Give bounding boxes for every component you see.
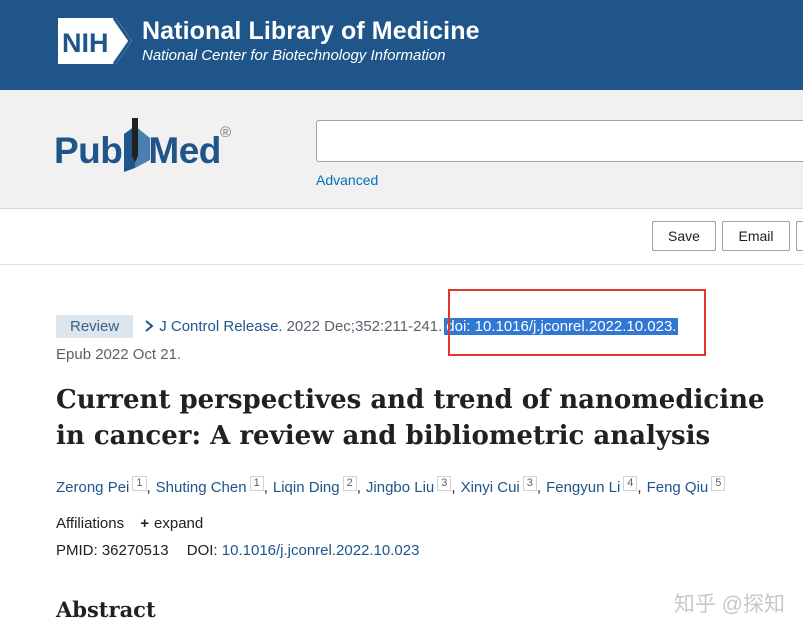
- affiliations-label: Affiliations: [56, 515, 125, 532]
- pmid-label: PMID:: [56, 542, 98, 559]
- pmid-value: 36270513: [101, 542, 169, 559]
- author-item: Xinyi Cui 3,: [460, 476, 542, 496]
- more-actions-button[interactable]: [796, 221, 803, 251]
- author-item: Feng Qiu 5: [647, 476, 726, 496]
- affiliation-ref[interactable]: 5: [711, 476, 726, 491]
- nih-title[interactable]: National Library of Medicine: [142, 17, 480, 46]
- advanced-search-link[interactable]: Advanced: [316, 172, 378, 188]
- author-item: Jingbo Liu 3,: [365, 476, 456, 496]
- abstract-heading: Abstract: [56, 597, 156, 622]
- authors-list: Zerong Pei 1, Shuting Chen 1, Liqin Ding 2, Ji…: [56, 476, 726, 496]
- nih-logo-text: NIH: [62, 28, 109, 58]
- author-link[interactable]: Fengyun Li: [546, 479, 620, 496]
- author-item: Shuting Chen 1,: [155, 476, 268, 496]
- action-toolbar: Save Email: [0, 209, 803, 265]
- chevron-right-icon[interactable]: [143, 319, 155, 333]
- author-link[interactable]: Zerong Pei: [56, 479, 129, 496]
- affiliation-ref[interactable]: 3: [522, 476, 537, 491]
- affiliation-ref[interactable]: 2: [342, 476, 357, 491]
- search-input[interactable]: [316, 120, 803, 162]
- affiliation-ref[interactable]: 1: [249, 476, 264, 491]
- author-link[interactable]: Jingbo Liu: [366, 479, 434, 496]
- article-title: Current perspectives and trend of nanome…: [56, 385, 765, 451]
- affiliations-row: Affiliations + expand: [56, 515, 203, 532]
- pubmed-logo[interactable]: Pub Med ®: [54, 116, 244, 172]
- author-link[interactable]: Shuting Chen: [156, 479, 247, 496]
- pubmed-logo-med: Med: [148, 130, 221, 171]
- affiliation-ref[interactable]: 3: [437, 476, 452, 491]
- registered-mark: ®: [220, 124, 232, 141]
- citation-details: 2022 Dec;352:211-241.: [286, 317, 443, 335]
- doi-label: DOI:: [186, 542, 218, 559]
- author-link[interactable]: Xinyi Cui: [461, 479, 520, 496]
- book-icon: [124, 118, 150, 172]
- author-item: Fengyun Li 4,: [546, 476, 642, 496]
- author-link[interactable]: Liqin Ding: [273, 479, 340, 496]
- identifiers-row: PMID: 36270513 DOI: 10.1016/j.jconrel.20…: [56, 542, 419, 559]
- expand-affiliations-button[interactable]: + expand: [140, 515, 203, 532]
- save-button[interactable]: Save: [652, 221, 716, 251]
- plus-icon: +: [140, 515, 150, 532]
- review-badge: Review: [56, 314, 134, 338]
- affiliation-ref[interactable]: 1: [132, 476, 147, 491]
- watermark: 知乎 @探知: [673, 593, 785, 616]
- affiliation-ref[interactable]: 4: [623, 476, 638, 491]
- annotation-box: [448, 289, 706, 356]
- email-button[interactable]: Email: [722, 221, 790, 251]
- author-link[interactable]: Feng Qiu: [647, 479, 709, 496]
- epub-date: Epub 2022 Oct 21.: [56, 346, 182, 363]
- pubmed-logo-pub: Pub: [54, 130, 123, 171]
- journal-link[interactable]: J Control Release.: [159, 318, 282, 335]
- author-item: Liqin Ding 2,: [272, 476, 361, 496]
- nih-header: NIH National Library of Medicine Nationa…: [0, 0, 803, 90]
- nih-subtitle: National Center for Biotechnology Inform…: [142, 47, 446, 64]
- nih-logo-icon[interactable]: NIH: [56, 16, 134, 66]
- doi-link[interactable]: 10.1016/j.jconrel.2022.10.023: [222, 542, 420, 559]
- expand-label: expand: [154, 515, 204, 532]
- author-item: Zerong Pei 1,: [56, 476, 151, 496]
- search-band: Pub Med ® Advanced: [0, 90, 803, 209]
